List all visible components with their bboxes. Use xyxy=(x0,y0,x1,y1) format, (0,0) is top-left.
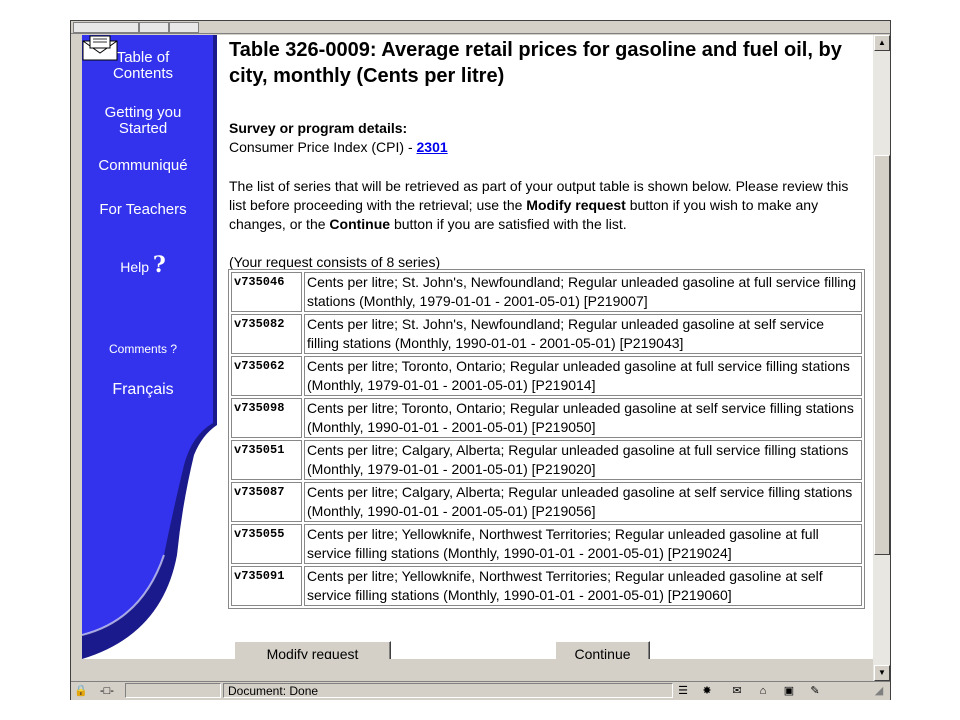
survey-link[interactable]: 2301 xyxy=(417,139,448,155)
instructions-paragraph: The list of series that will be retrieve… xyxy=(229,177,859,234)
arrow-up-icon: ▲ xyxy=(878,38,886,47)
sidebar-item-comments[interactable]: Comments ? xyxy=(82,341,204,357)
sidebar-item-label: Contents xyxy=(112,65,174,82)
table-row: v735062 Cents per litre; Toronto, Ontari… xyxy=(231,356,862,396)
discussion-icon[interactable]: ⌂ xyxy=(755,684,771,698)
series-table: v735046 Cents per litre; St. John's, New… xyxy=(228,269,865,609)
series-id: v735051 xyxy=(231,440,302,480)
series-id: v735046 xyxy=(231,272,302,312)
sidebar-item-for-teachers[interactable]: For Teachers xyxy=(82,202,204,218)
resize-grip-icon[interactable]: ◢ xyxy=(871,684,887,698)
composer-icon[interactable]: ✎ xyxy=(807,684,823,698)
page-title: Table 326-0009: Average retail prices fo… xyxy=(229,39,842,87)
table-row: v735051 Cents per litre; Calgary, Albert… xyxy=(231,440,862,480)
navigator-icon[interactable]: ✸ xyxy=(699,684,715,698)
sidebar-item-label: Help xyxy=(120,259,149,275)
series-id: v735091 xyxy=(231,566,302,606)
task-bar-icon[interactable]: ☰ xyxy=(675,684,691,698)
security-lock-icon[interactable]: 🔒 xyxy=(73,684,89,698)
sidebar-item-label: Français xyxy=(112,381,174,398)
series-description: Cents per litre; Yellowknife, Northwest … xyxy=(304,524,862,564)
series-id: v735055 xyxy=(231,524,302,564)
survey-heading: Survey or program details: xyxy=(229,120,408,136)
status-text: Document: Done xyxy=(223,683,673,698)
series-description: Cents per litre; St. John's, Newfoundlan… xyxy=(304,272,862,312)
frame-tab-handle[interactable] xyxy=(73,22,139,33)
question-mark-icon: ? xyxy=(152,252,166,278)
series-description: Cents per litre; Yellowknife, Northwest … xyxy=(304,566,862,606)
sidebar-item-label: Started xyxy=(118,120,168,137)
frame-tab-handle[interactable] xyxy=(169,22,199,33)
instructions-continue-label: Continue xyxy=(329,216,391,232)
table-row: v735055 Cents per litre; Yellowknife, No… xyxy=(231,524,862,564)
series-id: v735082 xyxy=(231,314,302,354)
table-row: v735046 Cents per litre; St. John's, New… xyxy=(231,272,862,312)
sidebar-nav: Table of Contents Getting you Started Co… xyxy=(82,35,217,659)
sidebar-item-francais[interactable]: Français xyxy=(82,382,204,398)
main-content: Table 326-0009: Average retail prices fo… xyxy=(217,35,873,659)
sidebar-item-label: For Teachers xyxy=(99,201,187,218)
progress-cell xyxy=(125,683,221,698)
sidebar-item-getting-started[interactable]: Getting you Started xyxy=(82,105,204,137)
scroll-down-button[interactable]: ▼ xyxy=(874,665,890,681)
instructions-modify-label: Modify request xyxy=(526,197,626,213)
browser-window: Table of Contents Getting you Started Co… xyxy=(70,20,891,700)
series-description: Cents per litre; Toronto, Ontario; Regul… xyxy=(304,398,862,438)
status-bar: 🔒 -□- Document: Done ☰ ✸ ✉ ⌂ ▣ ✎ ◢ xyxy=(71,681,890,700)
frame-tab-strip xyxy=(71,21,890,34)
table-row: v735087 Cents per litre; Calgary, Albert… xyxy=(231,482,862,522)
table-row: v735098 Cents per litre; Toronto, Ontari… xyxy=(231,398,862,438)
envelope-icon[interactable] xyxy=(82,35,118,61)
sidebar-item-label: Comments ? xyxy=(108,342,178,356)
scrollbar-thumb[interactable] xyxy=(874,155,890,555)
sidebar-item-label: Communiqué xyxy=(98,157,188,174)
series-id: v735098 xyxy=(231,398,302,438)
series-description: Cents per litre; Calgary, Alberta; Regul… xyxy=(304,440,862,480)
series-id: v735087 xyxy=(231,482,302,522)
sidebar-item-help[interactable]: Help ? xyxy=(82,254,204,276)
sidebar-item-label: Getting you xyxy=(104,104,182,121)
survey-program: Consumer Price Index (CPI) - xyxy=(229,139,417,155)
continue-button[interactable]: Continue xyxy=(555,641,650,659)
arrow-down-icon: ▼ xyxy=(878,668,886,677)
address-book-icon[interactable]: ▣ xyxy=(781,684,797,698)
table-row: v735091 Cents per litre; Yellowknife, No… xyxy=(231,566,862,606)
scroll-up-button[interactable]: ▲ xyxy=(874,35,890,51)
frame-tab-handle[interactable] xyxy=(139,22,169,33)
vertical-scrollbar[interactable]: ▲ ▼ xyxy=(873,35,890,681)
table-row: v735082 Cents per litre; St. John's, New… xyxy=(231,314,862,354)
modify-request-button[interactable]: Modify request xyxy=(234,641,391,659)
sidebar-item-communique[interactable]: Communiqué xyxy=(82,158,204,174)
connection-icon: -□- xyxy=(100,685,114,697)
series-description: Cents per litre; St. John's, Newfoundlan… xyxy=(304,314,862,354)
series-id: v735062 xyxy=(231,356,302,396)
survey-details: Consumer Price Index (CPI) - 2301 xyxy=(229,138,448,157)
instructions-text: button if you are satisfied with the lis… xyxy=(390,216,627,232)
mail-icon[interactable]: ✉ xyxy=(729,684,745,698)
series-description: Cents per litre; Toronto, Ontario; Regul… xyxy=(304,356,862,396)
series-description: Cents per litre; Calgary, Alberta; Regul… xyxy=(304,482,862,522)
